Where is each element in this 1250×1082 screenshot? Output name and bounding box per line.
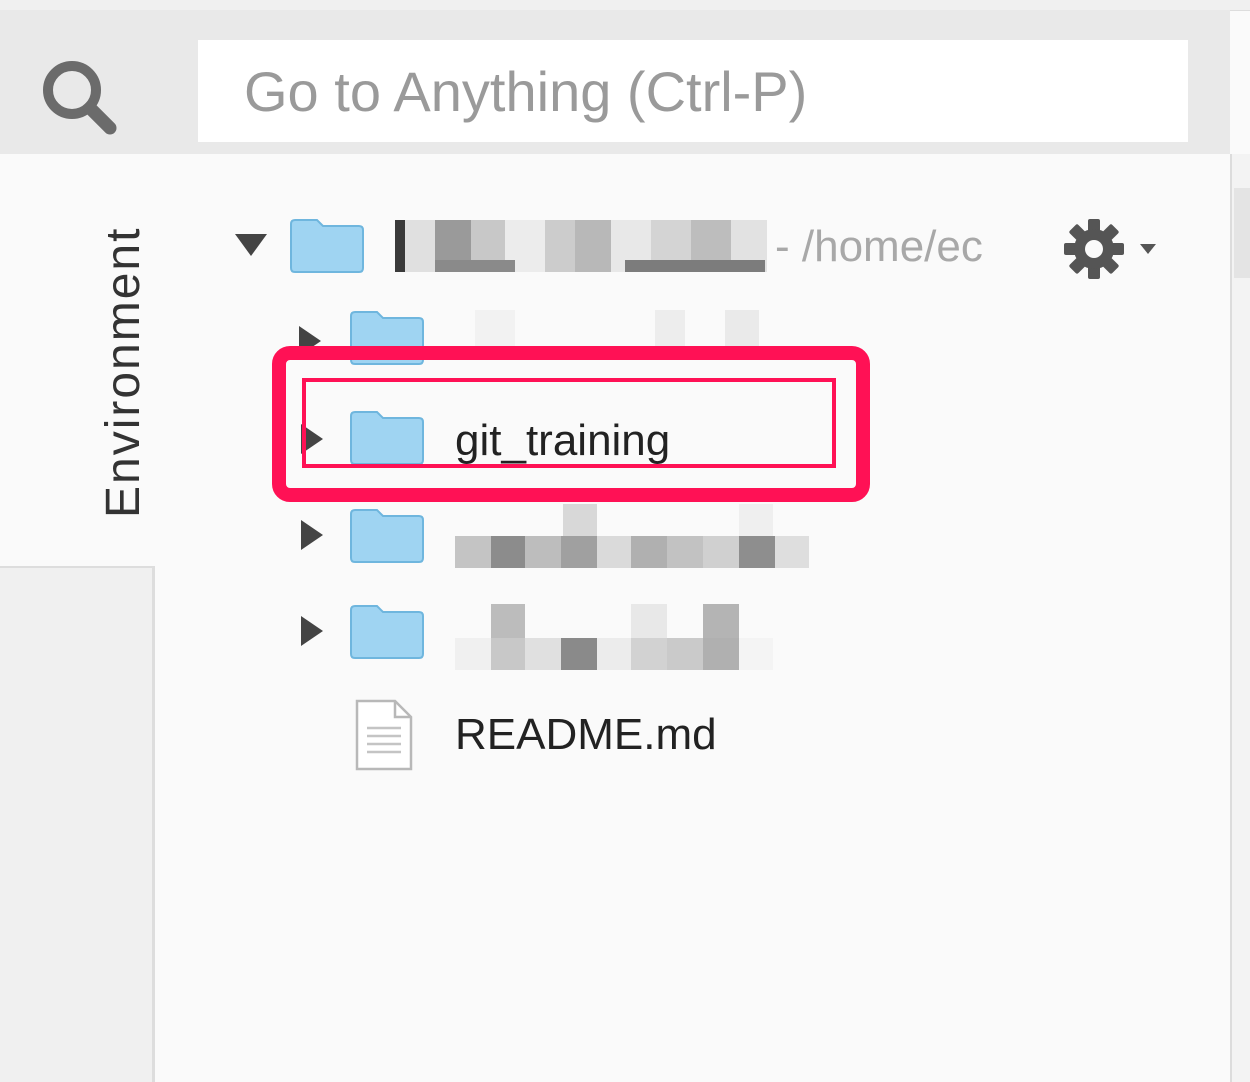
ide-file-panel: Environment (0, 0, 1250, 1082)
environment-tab-label: Environment (97, 226, 150, 518)
gear-icon[interactable] (1060, 214, 1170, 284)
redacted-folder-name (475, 310, 775, 350)
folder-icon (350, 605, 424, 659)
tree-root-row[interactable]: - /home/ec (155, 200, 1225, 290)
go-to-anything-bar (0, 10, 1230, 154)
folder-icon (350, 411, 424, 465)
collapsed-arrow-icon[interactable] (299, 326, 321, 356)
folder-icon (350, 311, 424, 365)
vertical-scrollbar[interactable] (1230, 154, 1250, 1082)
redacted-folder-name (455, 504, 809, 568)
folder-label: git_training (455, 416, 671, 465)
redacted-folder-name (455, 604, 773, 670)
tab-environment[interactable]: Environment (0, 154, 153, 566)
folder-icon (350, 509, 424, 563)
root-path-label: - /home/ec (775, 222, 983, 271)
file-icon (355, 699, 413, 771)
tree-file-row-readme[interactable]: README.md (345, 692, 845, 782)
go-to-anything-input[interactable] (198, 40, 1188, 142)
tree-folder-row[interactable] (275, 500, 975, 590)
tree-folder-row[interactable] (275, 300, 975, 390)
folder-icon (290, 219, 364, 273)
tree-folder-row[interactable] (275, 600, 975, 690)
collapsed-arrow-icon[interactable] (301, 616, 323, 646)
redacted-root-name (395, 220, 767, 272)
search-icon[interactable] (38, 56, 118, 136)
file-label: README.md (455, 710, 717, 759)
left-side-rail: Environment (0, 154, 155, 1082)
tree-folder-row-git-training[interactable]: git_training (275, 400, 875, 490)
file-tree: - /home/ec git_training README.md (155, 154, 1230, 1082)
collapsed-arrow-icon[interactable] (301, 424, 323, 454)
scrollbar-thumb[interactable] (1234, 188, 1250, 278)
expanded-arrow-icon[interactable] (235, 234, 267, 256)
collapsed-arrow-icon[interactable] (301, 520, 323, 550)
side-rail-empty-area (0, 566, 155, 1082)
